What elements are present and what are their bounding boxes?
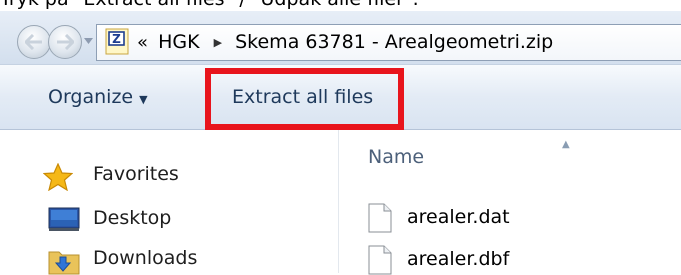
svg-text:Z: Z <box>112 32 121 46</box>
back-button[interactable] <box>17 25 51 59</box>
file-icon <box>368 203 392 233</box>
address-path-box[interactable]: Z « HGK ▶ Skema 63781 - Arealgeometri.zi… <box>96 24 681 61</box>
file-name: arealer.dbf <box>407 248 510 270</box>
nav-item-label: Favorites <box>93 163 179 185</box>
breadcrumb-item-hgk[interactable]: HGK <box>158 31 199 53</box>
forward-arrow-icon <box>57 34 74 50</box>
organize-button[interactable]: Organize ▼ <box>48 65 148 129</box>
nav-item-label: Downloads <box>93 247 198 269</box>
breadcrumb-overflow[interactable]: « <box>137 32 148 53</box>
file-icon <box>368 245 392 275</box>
star-icon <box>43 163 73 191</box>
column-header-name[interactable]: Name <box>368 146 424 168</box>
desktop-icon <box>48 207 80 231</box>
highlight-annotation <box>205 68 404 130</box>
forward-button[interactable] <box>48 25 82 59</box>
file-name: arealer.dat <box>407 206 510 228</box>
breadcrumb-item-zip[interactable]: Skema 63781 - Arealgeometri.zip <box>235 31 553 53</box>
address-bar: Z « HGK ▶ Skema 63781 - Arealgeometri.zi… <box>0 11 681 64</box>
sort-ascending-icon: ▲ <box>562 139 570 150</box>
chevron-down-icon: ▼ <box>139 93 148 106</box>
breadcrumb-separator-icon[interactable]: ▶ <box>214 36 222 49</box>
breadcrumb: « HGK ▶ Skema 63781 - Arealgeometri.zip <box>137 25 553 60</box>
organize-label: Organize <box>48 86 134 108</box>
nav-item-label: Desktop <box>93 207 172 229</box>
instruction-caption: Tryk på "Extract all files" / "Udpak all… <box>0 0 681 11</box>
recent-pages-dropdown-icon[interactable] <box>84 38 93 44</box>
navigation-pane: Favorites Desktop Downloads <box>0 130 339 275</box>
file-list: ▲ Name arealer.dat arealer.dbf <box>339 130 681 275</box>
downloads-folder-icon <box>48 251 80 275</box>
zip-folder-icon: Z <box>105 28 129 55</box>
back-arrow-icon <box>25 34 42 50</box>
